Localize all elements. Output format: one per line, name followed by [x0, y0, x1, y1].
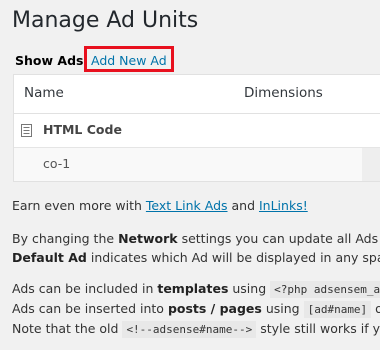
templates-bold: templates — [157, 281, 229, 296]
ad-tabs: Show Ads | Add New Ad — [14, 52, 380, 74]
earn-more-note: Earn even more with Text Link Ads and In… — [12, 196, 308, 215]
ad-units-table: Name Dimensions HTML Code co-1 — [13, 74, 380, 182]
earn-text: Earn even more with — [12, 198, 146, 213]
posts-pages-bold: posts / pages — [167, 301, 262, 316]
network-text: By changing the — [12, 231, 119, 246]
row-shade — [362, 148, 380, 181]
network-note: By changing the Network settings you can… — [12, 229, 380, 267]
default-ad-bold: Default Ad — [12, 250, 87, 265]
usage-text-3: Ads can be inserted into — [12, 301, 168, 316]
column-header-dimensions[interactable]: Dimensions — [244, 85, 323, 101]
usage-text-5: or — [375, 301, 380, 316]
document-icon — [21, 124, 32, 137]
default-ad-text: indicates which Ad will be displayed in … — [86, 250, 380, 265]
usage-text-4: using — [261, 301, 304, 316]
earn-and-text: and — [227, 198, 259, 213]
page-title: Manage Ad Units — [12, 8, 199, 33]
highlight-annotation — [84, 46, 174, 72]
usage-text: Ads can be included in — [12, 281, 158, 296]
table-row[interactable]: co-1 — [14, 148, 380, 181]
network-text-2: settings you can update all Ads on — [177, 231, 380, 246]
table-group-row: HTML Code — [14, 114, 380, 148]
usage-text-7: style still works if y — [256, 321, 380, 336]
usage-text-6: Note that the old — [12, 321, 123, 336]
shortcode-snippet: [ad#name] — [303, 301, 372, 318]
comment-code-snippet: <!--adsense#name--> — [122, 321, 257, 338]
php-code-snippet: <?php adsensem_ad — [270, 281, 380, 298]
group-label: HTML Code — [43, 122, 122, 137]
tab-show-ads[interactable]: Show Ads — [15, 52, 83, 70]
usage-note: Ads can be included in templates using <… — [12, 279, 380, 339]
ad-unit-name[interactable]: co-1 — [43, 156, 70, 171]
usage-text-2: using — [228, 281, 271, 296]
column-header-name[interactable]: Name — [24, 85, 64, 101]
network-bold: Network — [118, 231, 178, 246]
inlinks-link[interactable]: InLinks! — [259, 198, 308, 213]
table-header: Name Dimensions — [14, 75, 380, 114]
text-link-ads-link[interactable]: Text Link Ads — [146, 198, 228, 213]
